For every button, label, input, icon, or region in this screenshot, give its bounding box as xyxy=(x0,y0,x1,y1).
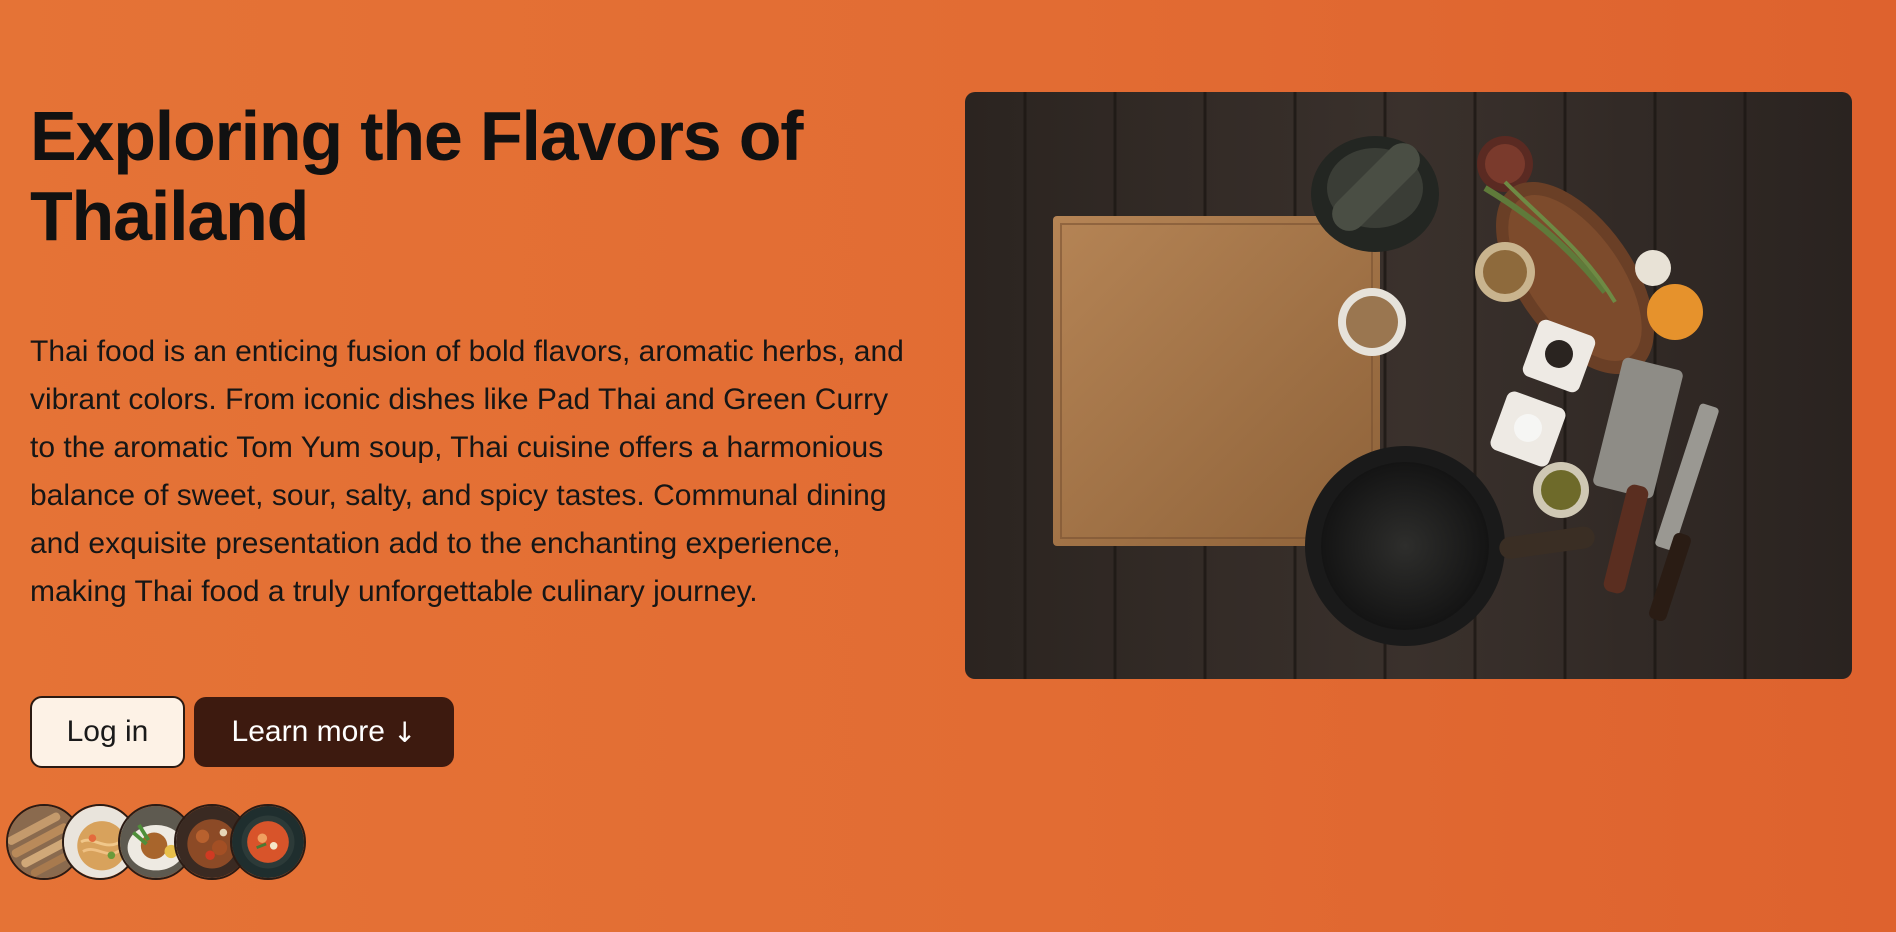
dish-thumbnails xyxy=(6,804,326,884)
learn-more-label: Learn more xyxy=(231,715,385,748)
hero-section: Exploring the Flavors of Thailand Thai f… xyxy=(30,96,920,608)
login-button-label: Log in xyxy=(66,715,149,748)
hero-description: Thai food is an enticing fusion of bold … xyxy=(30,335,904,608)
thai-ingredients-photo xyxy=(965,92,1852,679)
hero-title: Exploring the Flavors of Thailand xyxy=(30,97,804,255)
learn-more-button[interactable]: Learn more ↓ xyxy=(194,697,454,767)
tom-yum-thumbnail xyxy=(230,804,306,880)
arrow-down-icon: ↓ xyxy=(392,715,417,749)
login-button[interactable]: Log in xyxy=(30,696,185,768)
